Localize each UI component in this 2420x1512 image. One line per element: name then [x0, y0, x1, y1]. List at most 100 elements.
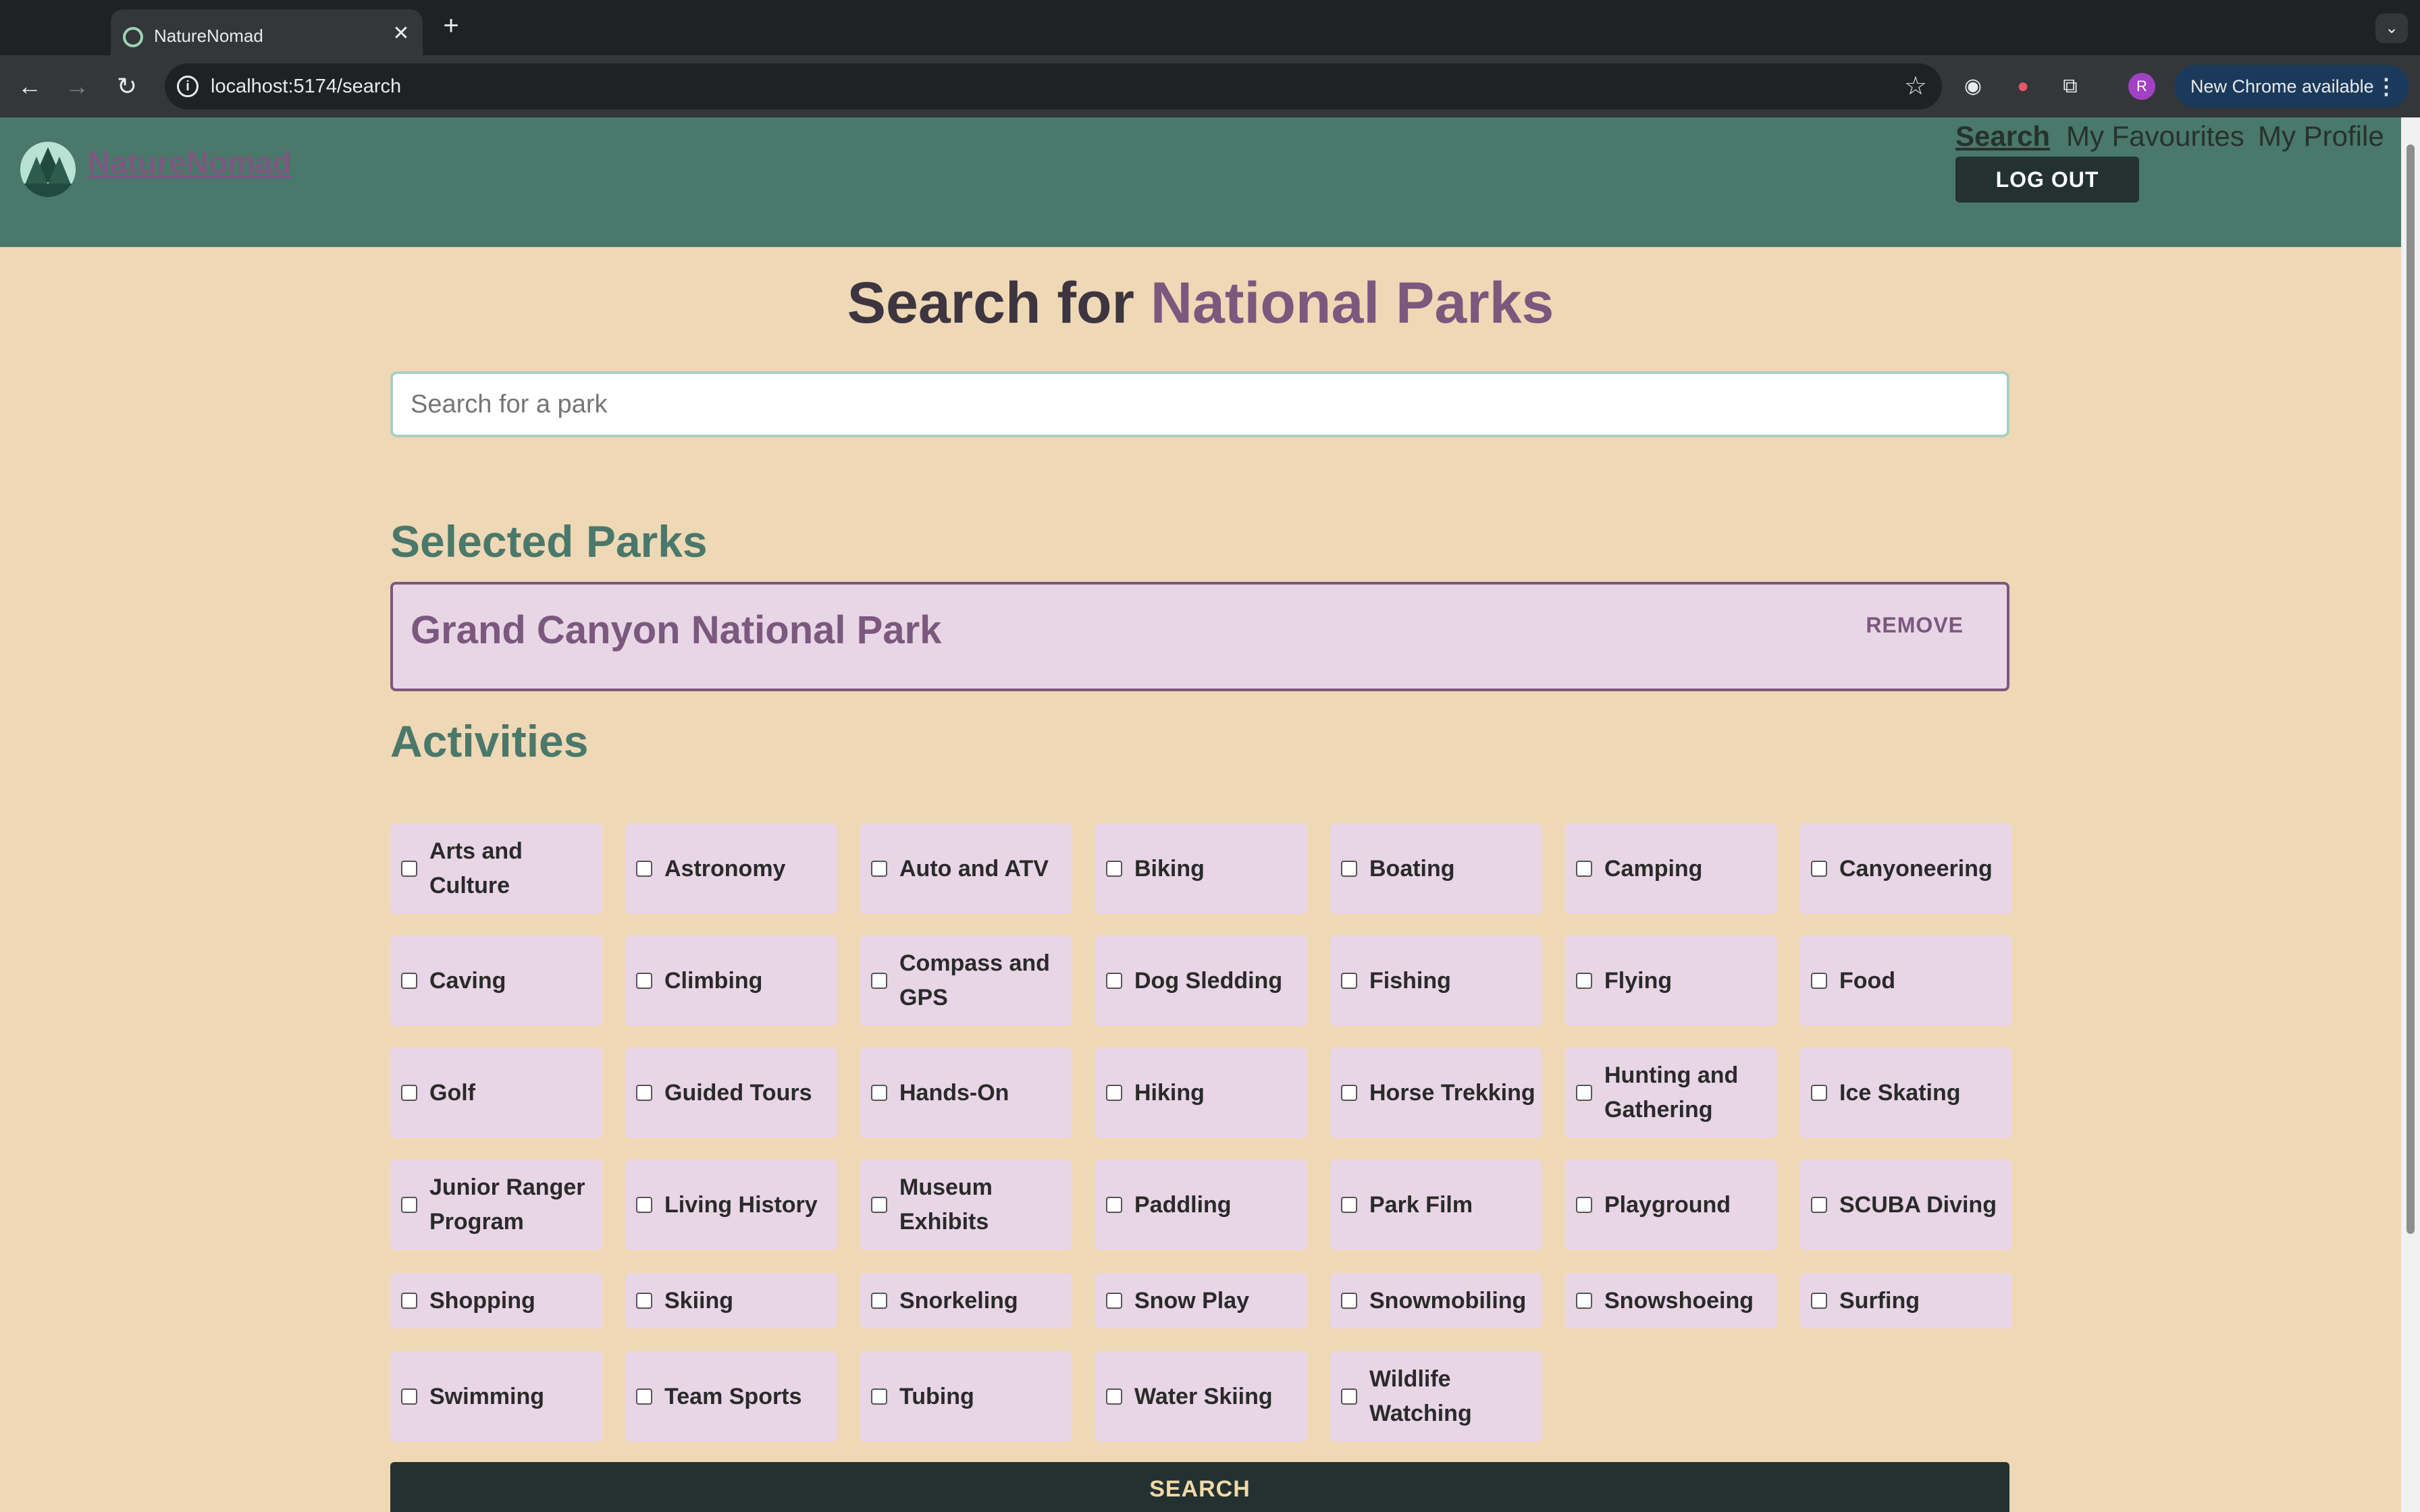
activity-checkbox[interactable]: [1811, 1197, 1827, 1213]
activity-option[interactable]: Dog Sledding: [1095, 936, 1307, 1026]
chrome-update-button[interactable]: New Chrome available ⋮: [2174, 65, 2409, 108]
activity-option[interactable]: Hands-On: [860, 1048, 1072, 1138]
activity-checkbox[interactable]: [401, 1293, 417, 1309]
activity-checkbox[interactable]: [1341, 1388, 1357, 1405]
activity-checkbox[interactable]: [1106, 1197, 1122, 1213]
activity-checkbox[interactable]: [1576, 1293, 1592, 1309]
activity-option[interactable]: Camping: [1565, 824, 1777, 914]
scrollbar-thumb[interactable]: [2406, 144, 2415, 1234]
activity-checkbox[interactable]: [401, 973, 417, 989]
activity-option[interactable]: Snowmobiling: [1330, 1273, 1542, 1328]
activity-option[interactable]: Team Sports: [625, 1351, 837, 1442]
activity-checkbox[interactable]: [871, 861, 887, 877]
activity-option[interactable]: Astronomy: [625, 824, 837, 914]
activity-checkbox[interactable]: [1106, 1388, 1122, 1405]
activity-checkbox[interactable]: [401, 1197, 417, 1213]
activity-option[interactable]: Horse Trekking: [1330, 1048, 1542, 1138]
activity-option[interactable]: Skiing: [625, 1273, 837, 1328]
remove-park-button[interactable]: REMOVE: [1866, 613, 1964, 638]
activity-option[interactable]: Tubing: [860, 1351, 1072, 1442]
activity-checkbox[interactable]: [636, 1197, 652, 1213]
activity-option[interactable]: Water Skiing: [1095, 1351, 1307, 1442]
activity-checkbox[interactable]: [636, 1388, 652, 1405]
activity-checkbox[interactable]: [1106, 973, 1122, 989]
activity-option[interactable]: Food: [1800, 936, 2012, 1026]
extension-blocked-icon[interactable]: ●: [2009, 73, 2036, 100]
new-tab-icon[interactable]: +: [438, 12, 465, 39]
reload-icon[interactable]: ↻: [111, 70, 143, 103]
activity-option[interactable]: Ice Skating: [1800, 1048, 2012, 1138]
activity-option[interactable]: Swimming: [390, 1351, 602, 1442]
search-button[interactable]: SEARCH: [390, 1462, 2009, 1512]
back-arrow-icon[interactable]: ←: [14, 70, 46, 103]
activity-checkbox[interactable]: [1576, 973, 1592, 989]
activity-checkbox[interactable]: [401, 861, 417, 877]
activity-checkbox[interactable]: [1341, 973, 1357, 989]
activity-option[interactable]: Snorkeling: [860, 1273, 1072, 1328]
tab-close-icon[interactable]: ✕: [389, 22, 413, 46]
activity-checkbox[interactable]: [1106, 1085, 1122, 1101]
activity-option[interactable]: Fishing: [1330, 936, 1542, 1026]
browser-tab[interactable]: NatureNomad ✕: [111, 9, 423, 55]
activity-checkbox[interactable]: [1576, 1197, 1592, 1213]
activity-option[interactable]: Snow Play: [1095, 1273, 1307, 1328]
activity-checkbox[interactable]: [871, 1085, 887, 1101]
forward-arrow-icon[interactable]: →: [61, 70, 93, 103]
activity-option[interactable]: Biking: [1095, 824, 1307, 914]
activity-checkbox[interactable]: [1811, 861, 1827, 877]
activity-checkbox[interactable]: [1811, 1293, 1827, 1309]
activity-option[interactable]: Hunting and Gathering: [1565, 1048, 1777, 1138]
nav-my-favourites[interactable]: My Favourites: [2066, 120, 2244, 153]
activity-option[interactable]: Climbing: [625, 936, 837, 1026]
activity-option[interactable]: Living History: [625, 1160, 837, 1250]
activity-option[interactable]: Hiking: [1095, 1048, 1307, 1138]
logout-button[interactable]: LOG OUT: [1955, 157, 2139, 202]
page-scrollbar[interactable]: [2401, 117, 2420, 1512]
activity-option[interactable]: Snowshoeing: [1565, 1273, 1777, 1328]
activity-checkbox[interactable]: [636, 1293, 652, 1309]
activity-option[interactable]: Caving: [390, 936, 602, 1026]
activity-option[interactable]: Playground: [1565, 1160, 1777, 1250]
activity-checkbox[interactable]: [871, 1388, 887, 1405]
extensions-puzzle-icon[interactable]: ⧉: [2057, 73, 2084, 100]
activity-option[interactable]: Flying: [1565, 936, 1777, 1026]
activity-checkbox[interactable]: [1811, 973, 1827, 989]
site-info-icon[interactable]: i: [177, 76, 199, 97]
activity-checkbox[interactable]: [1341, 1085, 1357, 1101]
activity-checkbox[interactable]: [1811, 1085, 1827, 1101]
activity-checkbox[interactable]: [871, 1197, 887, 1213]
activity-option[interactable]: Canyoneering: [1800, 824, 2012, 914]
nature-nomad-logo[interactable]: [20, 142, 76, 197]
activity-option[interactable]: Shopping: [390, 1273, 602, 1328]
activity-option[interactable]: Arts and Culture: [390, 824, 602, 914]
activity-checkbox[interactable]: [401, 1085, 417, 1101]
activity-checkbox[interactable]: [1341, 1293, 1357, 1309]
activity-option[interactable]: Junior Ranger Program: [390, 1160, 602, 1250]
tab-search-chevron-icon[interactable]: ⌄: [2375, 14, 2408, 43]
activity-option[interactable]: Guided Tours: [625, 1048, 837, 1138]
bookmark-star-icon[interactable]: ☆: [1904, 72, 1927, 101]
activity-checkbox[interactable]: [1106, 861, 1122, 877]
activity-option[interactable]: Park Film: [1330, 1160, 1542, 1250]
activity-checkbox[interactable]: [401, 1388, 417, 1405]
activity-checkbox[interactable]: [636, 973, 652, 989]
activity-option[interactable]: Museum Exhibits: [860, 1160, 1072, 1250]
activity-option[interactable]: Wildlife Watching: [1330, 1351, 1542, 1442]
activity-checkbox[interactable]: [636, 861, 652, 877]
nav-search[interactable]: Search: [1955, 120, 2050, 153]
activity-checkbox[interactable]: [636, 1085, 652, 1101]
activity-option[interactable]: Auto and ATV: [860, 824, 1072, 914]
park-search-input[interactable]: [390, 371, 2009, 437]
brand-link[interactable]: NatureNomad: [88, 144, 292, 181]
activity-checkbox[interactable]: [1576, 1085, 1592, 1101]
address-bar[interactable]: i localhost:5174/search ☆: [165, 63, 1942, 109]
activity-option[interactable]: Compass and GPS: [860, 936, 1072, 1026]
activity-checkbox[interactable]: [1341, 861, 1357, 877]
activity-checkbox[interactable]: [871, 1293, 887, 1309]
activity-checkbox[interactable]: [1341, 1197, 1357, 1213]
activity-checkbox[interactable]: [1106, 1293, 1122, 1309]
profile-avatar[interactable]: R: [2128, 73, 2155, 100]
extension-circle-icon[interactable]: ◉: [1959, 73, 1987, 100]
activity-option[interactable]: Boating: [1330, 824, 1542, 914]
activity-option[interactable]: Surfing: [1800, 1273, 2012, 1328]
